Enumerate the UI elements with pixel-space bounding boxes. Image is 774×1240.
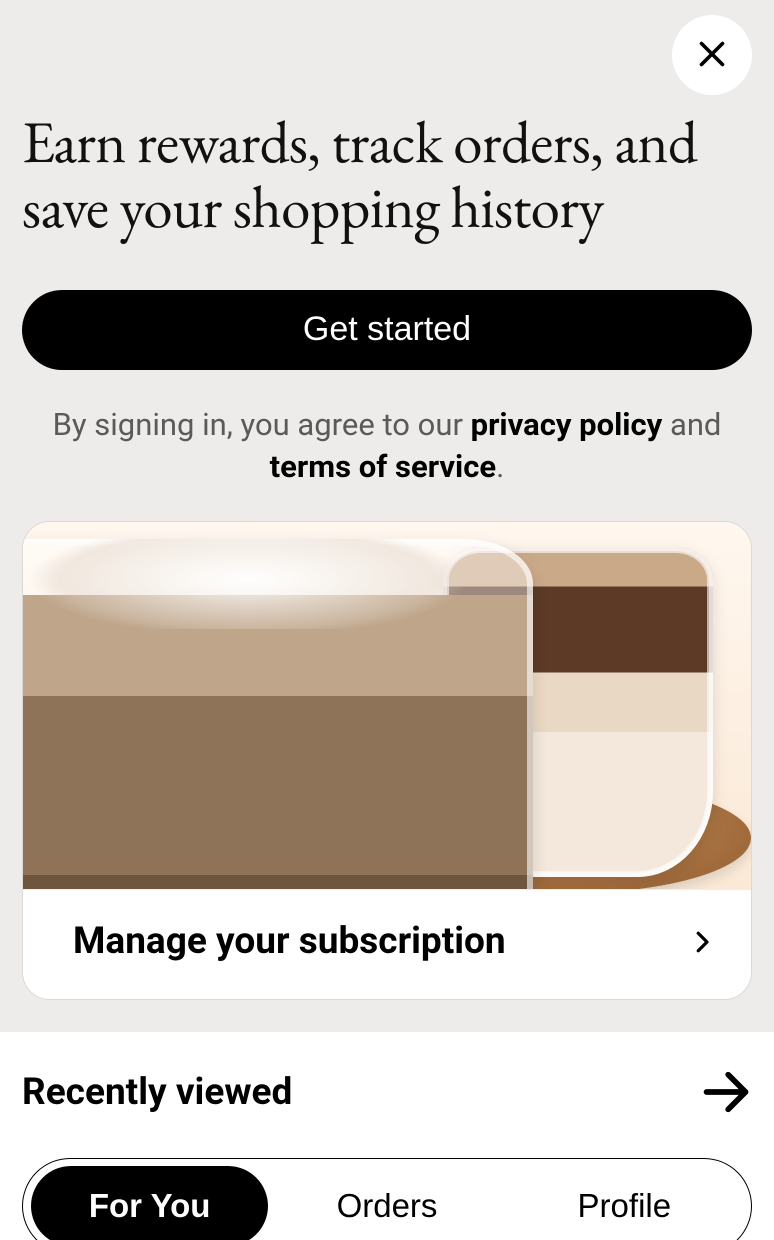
- get-started-button[interactable]: Get started: [22, 290, 752, 370]
- chevron-right-icon: [687, 927, 717, 957]
- arrow-right-icon: [700, 1066, 752, 1118]
- lower-section: Recently viewed For You Orders Profile: [0, 1032, 774, 1240]
- legal-suffix: .: [496, 448, 504, 485]
- recently-viewed-label: Recently viewed: [22, 1071, 292, 1114]
- legal-and: and: [662, 406, 721, 443]
- recently-viewed-row[interactable]: Recently viewed: [22, 1066, 752, 1118]
- section-spacer: [22, 1000, 752, 1032]
- manage-subscription-row[interactable]: Manage your subscription: [23, 890, 751, 999]
- subscription-card-image: [23, 522, 751, 890]
- iced-coffee-glass-large: [23, 539, 533, 890]
- close-icon: [694, 36, 730, 75]
- tab-for-you[interactable]: For You: [31, 1166, 268, 1240]
- close-button[interactable]: [672, 15, 752, 95]
- subscription-card: Manage your subscription: [22, 521, 752, 1000]
- manage-subscription-label: Manage your subscription: [73, 920, 506, 963]
- bottom-tab-bar: For You Orders Profile: [22, 1158, 752, 1240]
- legal-prefix: By signing in, you agree to our: [53, 406, 471, 443]
- tab-orders[interactable]: Orders: [268, 1166, 505, 1240]
- privacy-policy-link[interactable]: privacy policy: [471, 406, 663, 443]
- hero-headline: Earn rewards, track orders, and save you…: [22, 15, 752, 240]
- terms-of-service-link[interactable]: terms of service: [270, 448, 496, 485]
- signin-hero-section: Earn rewards, track orders, and save you…: [0, 0, 774, 1032]
- legal-text: By signing in, you agree to our privacy …: [22, 404, 752, 488]
- tab-profile[interactable]: Profile: [506, 1166, 743, 1240]
